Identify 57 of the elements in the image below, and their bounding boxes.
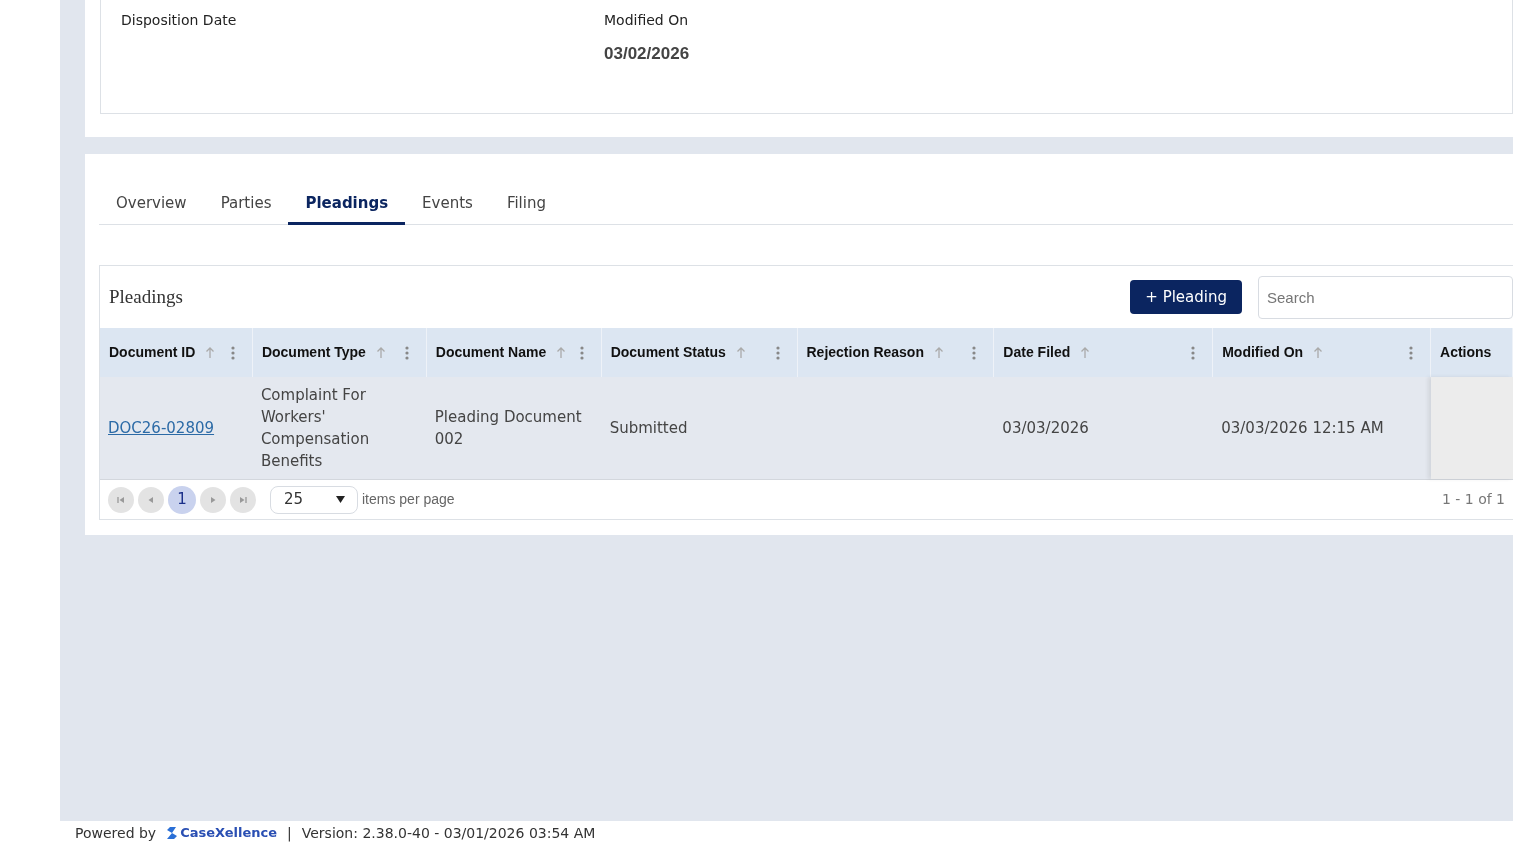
add-pleading-button[interactable]: + Pleading — [1130, 279, 1242, 315]
table-cell-text: 03/03/2026 — [1002, 418, 1089, 439]
column-header[interactable]: Document Name — [435, 342, 547, 363]
page-button[interactable]: 1 — [168, 485, 196, 514]
tab[interactable]: Events — [405, 184, 490, 225]
table-cell-text: Pleading Document 002 — [434, 407, 583, 450]
sort-arrow-icon[interactable] — [205, 346, 216, 359]
column-header[interactable]: Date Filed — [1003, 342, 1071, 363]
version-text: Version: 2.38.0-40 - 03/01/2026 03:54 AM — [301, 823, 596, 843]
previous-page-button[interactable] — [138, 486, 164, 513]
field-value: 03/02/2026 — [604, 43, 691, 65]
last-page-icon — [238, 494, 248, 505]
sort-arrow-icon[interactable] — [1080, 346, 1091, 359]
powered-by-text: Powered by — [75, 823, 157, 843]
next-page-icon — [208, 494, 218, 505]
tab[interactable]: Parties — [203, 184, 289, 225]
separator-text: | — [287, 823, 292, 844]
table-cell-text: Submitted — [609, 418, 688, 439]
search-field[interactable]: Search — [1258, 275, 1513, 319]
column-menu-icon[interactable] — [775, 345, 780, 360]
column-header[interactable]: Modified On — [1222, 342, 1304, 363]
pager-summary: 1 - 1 of 1 — [1441, 490, 1505, 509]
sort-arrow-icon[interactable] — [1313, 346, 1324, 359]
column-menu-icon[interactable] — [1191, 345, 1196, 360]
table-cell-text: 03/03/2026 12:15 AM — [1221, 418, 1384, 439]
column-header[interactable]: Rejection Reason — [806, 342, 924, 363]
column-menu-icon[interactable] — [579, 345, 584, 360]
column-header[interactable]: Actions — [1440, 342, 1492, 363]
last-page-button[interactable] — [230, 486, 256, 513]
field-label: Modified On — [604, 11, 690, 30]
sort-arrow-icon[interactable] — [375, 346, 386, 359]
tab[interactable]: Filing — [489, 184, 563, 225]
column-menu-icon[interactable] — [1409, 345, 1414, 360]
tab[interactable]: Pleadings — [288, 184, 406, 225]
panel-title: Pleadings — [109, 284, 183, 309]
document-link[interactable]: DOC26-02809 — [108, 417, 215, 439]
sort-arrow-icon[interactable] — [556, 346, 567, 359]
logo-icon — [166, 826, 179, 840]
page-size-label: items per page — [362, 490, 455, 509]
table-cell-text: Complaint For Workers' Compensation Benefits — [260, 385, 371, 472]
column-menu-icon[interactable] — [972, 345, 977, 360]
previous-page-icon — [146, 494, 156, 505]
column-menu-icon[interactable] — [404, 345, 409, 360]
column-menu-icon[interactable] — [230, 345, 235, 360]
column-header[interactable]: Document Type — [261, 342, 366, 363]
page-size-dropdown[interactable]: 25 — [270, 485, 358, 514]
column-header[interactable]: Document ID — [109, 342, 196, 363]
sort-arrow-icon[interactable] — [934, 346, 944, 359]
next-page-button[interactable] — [200, 486, 226, 513]
column-header[interactable]: Document Status — [610, 342, 726, 363]
caret-icon — [336, 496, 345, 503]
brand-name: CaseXellence — [180, 824, 278, 843]
first-page-button[interactable] — [108, 486, 134, 513]
field-label: Disposition Date — [121, 11, 238, 30]
tab[interactable]: Overview — [99, 184, 204, 225]
sort-arrow-icon[interactable] — [735, 346, 746, 359]
first-page-icon — [116, 494, 126, 505]
